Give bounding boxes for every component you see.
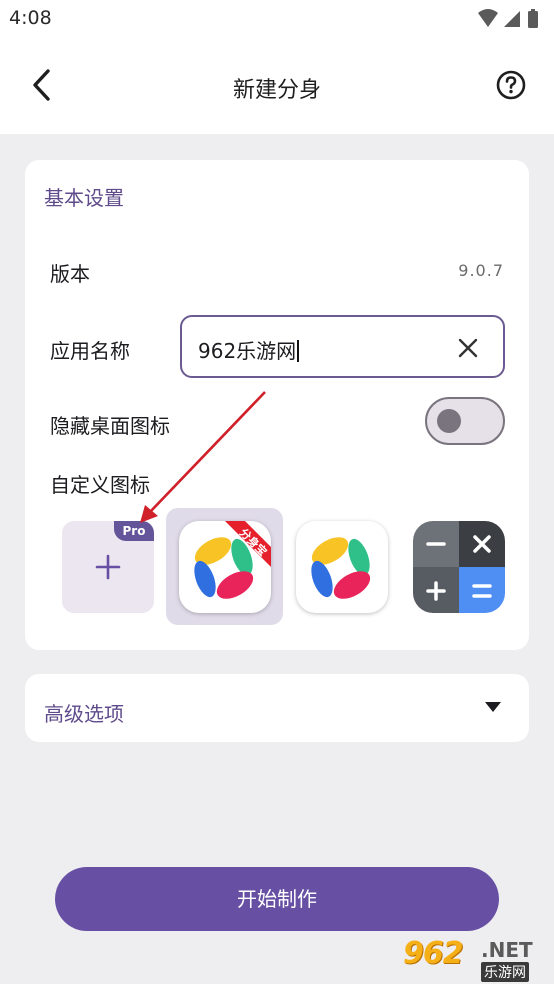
app-name-label: 应用名称 xyxy=(50,339,130,363)
app-name-value-wrap: 962乐游网 xyxy=(198,335,300,364)
add-custom-icon-button[interactable]: Pro xyxy=(62,521,154,613)
help-circle-icon xyxy=(496,70,526,100)
watermark-subtitle: 乐游网 xyxy=(481,962,529,982)
status-time: 4:08 xyxy=(9,7,52,29)
advanced-options-title: 高级选项 xyxy=(44,702,124,726)
status-bar: 4:08 xyxy=(0,0,554,38)
watermark-logo: 962 .NET 乐游网 xyxy=(403,936,548,982)
version-label: 版本 xyxy=(50,262,90,286)
toggle-knob xyxy=(437,409,461,433)
hide-icon-toggle[interactable] xyxy=(425,397,505,445)
app-name-value: 962乐游网 xyxy=(198,339,297,363)
app-logo-icon xyxy=(311,537,371,599)
help-button[interactable] xyxy=(496,70,526,100)
custom-icon-label: 自定义图标 xyxy=(50,473,150,497)
version-value: 9.0.7 xyxy=(458,261,504,280)
close-icon xyxy=(458,338,478,358)
icon-options-row: Pro 分身宝 xyxy=(25,508,529,626)
watermark-number: 962 xyxy=(403,936,464,971)
pro-badge: Pro xyxy=(114,521,154,541)
plus-icon xyxy=(95,554,121,580)
page-title: 新建分身 xyxy=(232,78,321,103)
clear-button[interactable] xyxy=(457,337,479,359)
start-button[interactable]: 开始制作 xyxy=(55,867,499,931)
wifi-icon xyxy=(478,9,498,27)
basic-settings-card: 基本设置 版本 9.0.7 应用名称 962乐游网 隐藏桌面图标 自定义图标 P… xyxy=(25,160,529,650)
hide-icon-label: 隐藏桌面图标 xyxy=(50,414,170,438)
calculator-icon[interactable] xyxy=(413,521,505,613)
watermark-domain: .NET xyxy=(481,938,533,962)
app-name-field[interactable]: 962乐游网 xyxy=(180,315,505,378)
section-title-basic: 基本设置 xyxy=(44,186,124,210)
app-icon-with-ribbon[interactable]: 分身宝 xyxy=(179,521,271,613)
signal-icon xyxy=(504,11,520,27)
text-caret xyxy=(297,340,300,362)
app-bar: 新建分身 xyxy=(0,38,554,134)
status-icons xyxy=(478,9,538,28)
advanced-options-card[interactable]: 高级选项 xyxy=(25,674,529,742)
battery-icon xyxy=(528,9,538,28)
app-icon-original[interactable] xyxy=(296,521,388,613)
caret-down-icon xyxy=(485,702,501,712)
